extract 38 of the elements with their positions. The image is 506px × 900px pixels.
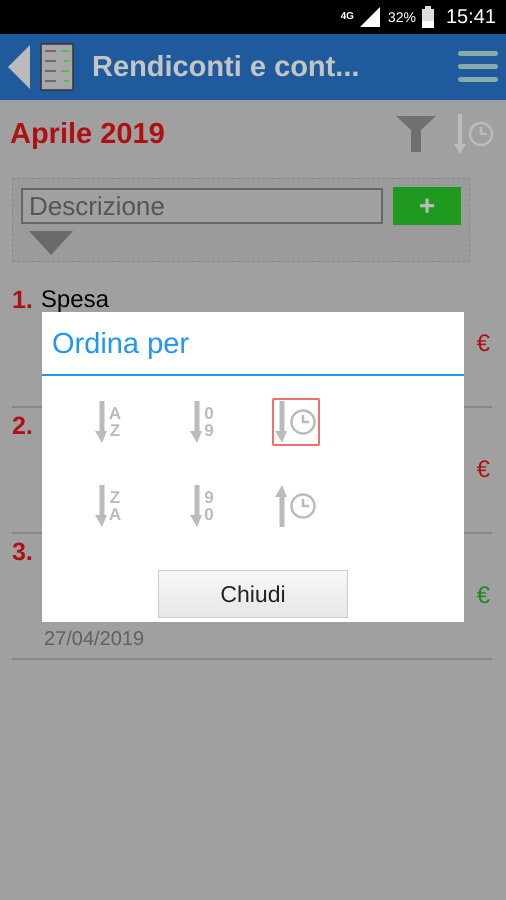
menu-icon[interactable] xyxy=(458,51,498,83)
signal-icon xyxy=(360,7,382,27)
close-button[interactable]: Chiudi xyxy=(158,570,348,618)
up-arrow-icon xyxy=(275,485,287,527)
down-arrow-icon xyxy=(94,401,107,443)
down-arrow-icon xyxy=(190,401,202,443)
app-title: Rendiconti e cont... xyxy=(92,50,360,84)
filter-icon[interactable] xyxy=(396,116,436,152)
row-amount: € xyxy=(476,582,490,610)
row-number: 1. xyxy=(12,286,33,316)
down-arrow-icon xyxy=(94,485,107,527)
sort-option-button[interactable]: 0 9 xyxy=(178,398,226,446)
row-amount: € xyxy=(476,330,490,358)
battery-label: 32% xyxy=(388,9,416,25)
clock-icon xyxy=(289,408,317,436)
sort-time-icon[interactable] xyxy=(454,114,496,154)
add-button[interactable]: + xyxy=(393,187,461,225)
description-field[interactable]: Descrizione xyxy=(21,188,383,224)
document-icon xyxy=(40,43,74,91)
back-icon[interactable] xyxy=(8,45,30,89)
row-date: 27/04/2019 xyxy=(44,628,144,651)
sort-option-button[interactable]: 9 0 xyxy=(178,482,226,530)
sort-option-button[interactable] xyxy=(272,398,320,446)
battery-icon xyxy=(422,6,434,28)
row-amount: € xyxy=(476,456,490,484)
sort-option-button[interactable]: A Z xyxy=(84,398,132,446)
expand-icon[interactable] xyxy=(29,231,73,255)
network-label: 4G xyxy=(340,12,354,22)
month-title: Aprile 2019 xyxy=(10,118,166,150)
down-arrow-icon xyxy=(190,485,202,527)
clock-time: 15:41 xyxy=(446,6,496,28)
dialog-title: Ordina per xyxy=(51,327,190,358)
sort-option-button[interactable]: Z A xyxy=(84,482,132,530)
row-number: 3. xyxy=(12,538,33,568)
row-number: 2. xyxy=(12,412,33,442)
row-title: Spesa xyxy=(40,286,110,314)
clock-icon xyxy=(289,492,317,520)
down-arrow-icon xyxy=(275,401,287,443)
